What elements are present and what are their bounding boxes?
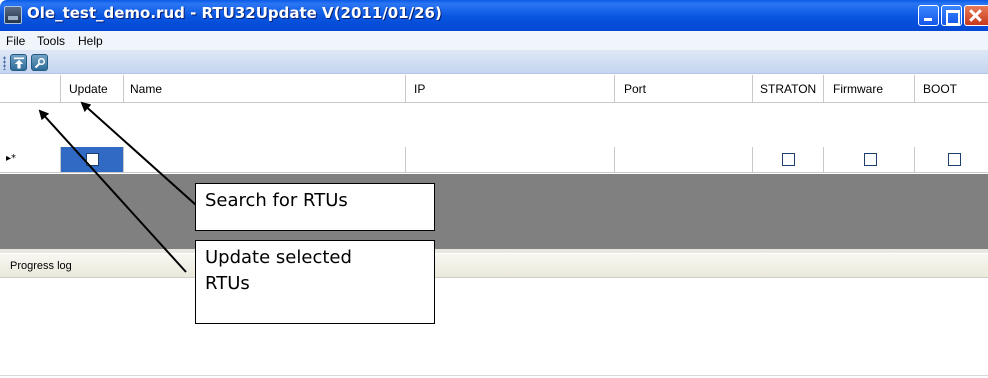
menu-bar: File Tools Help	[0, 31, 988, 51]
column-firmware[interactable]: Firmware	[824, 75, 915, 103]
callout-update: Update selected RTUs	[195, 240, 435, 324]
straton-checkbox[interactable]	[782, 153, 795, 166]
close-button[interactable]	[964, 5, 988, 26]
update-selected-button[interactable]	[10, 54, 27, 71]
minimize-button[interactable]	[918, 5, 939, 26]
progress-log-label: Progress log	[10, 260, 72, 272]
progress-log-header: Progress log	[0, 254, 988, 278]
maximize-button[interactable]	[941, 5, 962, 26]
search-icon	[34, 57, 46, 69]
cell-boot[interactable]	[915, 147, 988, 173]
callout-update-line1: Update selected	[205, 247, 352, 268]
column-update[interactable]: Update	[61, 75, 124, 103]
column-boot[interactable]: BOOT	[915, 75, 988, 103]
cell-firmware[interactable]	[824, 147, 915, 173]
column-port[interactable]: Port	[615, 75, 753, 103]
cell-port[interactable]	[615, 147, 753, 173]
window-title: Ole_test_demo.rud - RTU32Update V(2011/0…	[27, 4, 442, 22]
new-row-indicator: ▸*	[0, 147, 61, 173]
title-bar[interactable]: Ole_test_demo.rud - RTU32Update V(2011/0…	[0, 0, 988, 31]
column-straton[interactable]: STRATON	[753, 75, 824, 103]
update-checkbox[interactable]	[86, 153, 99, 166]
callout-update-line2: RTUs	[205, 273, 250, 294]
grid-corner-header	[0, 75, 61, 103]
upload-icon	[14, 57, 24, 69]
menu-file[interactable]: File	[6, 34, 25, 48]
grid-empty-area	[0, 174, 988, 249]
column-ip[interactable]: IP	[406, 75, 615, 103]
splitter[interactable]	[0, 249, 988, 253]
toolbar	[0, 51, 988, 74]
cell-ip[interactable]	[406, 147, 615, 173]
callout-search-text: Search for RTUs	[205, 190, 348, 211]
toolbar-grip-icon[interactable]	[3, 56, 6, 70]
menu-tools[interactable]: Tools	[37, 34, 65, 48]
app-icon	[4, 6, 22, 24]
progress-log-area[interactable]	[0, 279, 988, 378]
callout-search: Search for RTUs	[195, 183, 435, 231]
search-rtus-button[interactable]	[31, 54, 48, 71]
cell-name[interactable]	[124, 147, 406, 173]
firmware-checkbox[interactable]	[864, 153, 877, 166]
boot-checkbox[interactable]	[948, 153, 961, 166]
cell-straton[interactable]	[753, 147, 824, 173]
cell-update[interactable]	[61, 147, 124, 173]
bottom-border	[0, 375, 988, 376]
menu-help[interactable]: Help	[78, 34, 103, 48]
column-name[interactable]: Name	[124, 75, 406, 103]
